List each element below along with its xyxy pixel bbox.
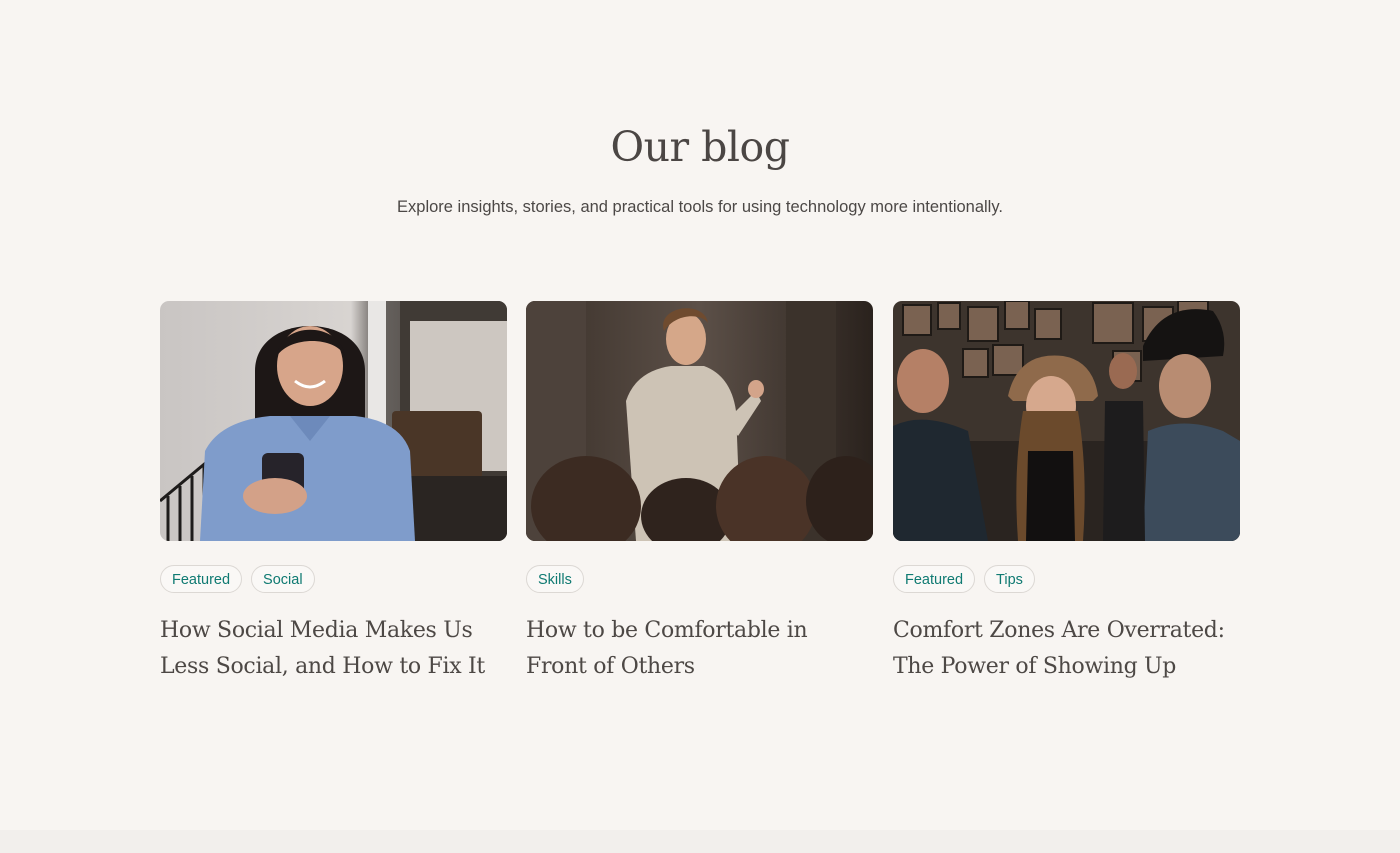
blog-card[interactable]: Skills How to be Comfortable in Front of… — [526, 301, 873, 679]
tag-social[interactable]: Social — [251, 565, 315, 593]
blog-card-title[interactable]: Comfort Zones Are Overrated: The Power o… — [893, 613, 1240, 685]
blog-card[interactable]: Featured Social How Social Media Makes U… — [160, 301, 507, 679]
page-subtitle: Explore insights, stories, and practical… — [397, 198, 1003, 216]
speaker-presenting-to-audience-photo — [526, 301, 873, 541]
woman-smiling-at-phone-photo — [160, 301, 507, 541]
tag-list: Featured Social — [160, 565, 315, 593]
blog-card-image[interactable] — [160, 301, 507, 541]
blog-card-title[interactable]: How to be Comfortable in Front of Others — [526, 613, 873, 685]
tag-featured[interactable]: Featured — [160, 565, 243, 593]
tag-skills[interactable]: Skills — [526, 565, 584, 593]
blog-card-title[interactable]: How Social Media Makes Us Less Social, a… — [160, 613, 507, 685]
blog-card-image[interactable] — [526, 301, 873, 541]
tag-tips[interactable]: Tips — [984, 565, 1035, 593]
blog-card-image[interactable] — [893, 301, 1240, 541]
footer-edge — [0, 830, 1400, 853]
blog-card[interactable]: Featured Tips Comfort Zones Are Overrate… — [893, 301, 1240, 679]
blog-section: Our blog Explore insights, stories, and … — [0, 0, 1400, 830]
tag-list: Featured Tips — [893, 565, 1035, 593]
tag-list: Skills — [526, 565, 584, 593]
tag-featured[interactable]: Featured — [893, 565, 976, 593]
page-title: Our blog — [610, 123, 790, 171]
people-socializing-at-gallery-photo — [893, 301, 1240, 541]
